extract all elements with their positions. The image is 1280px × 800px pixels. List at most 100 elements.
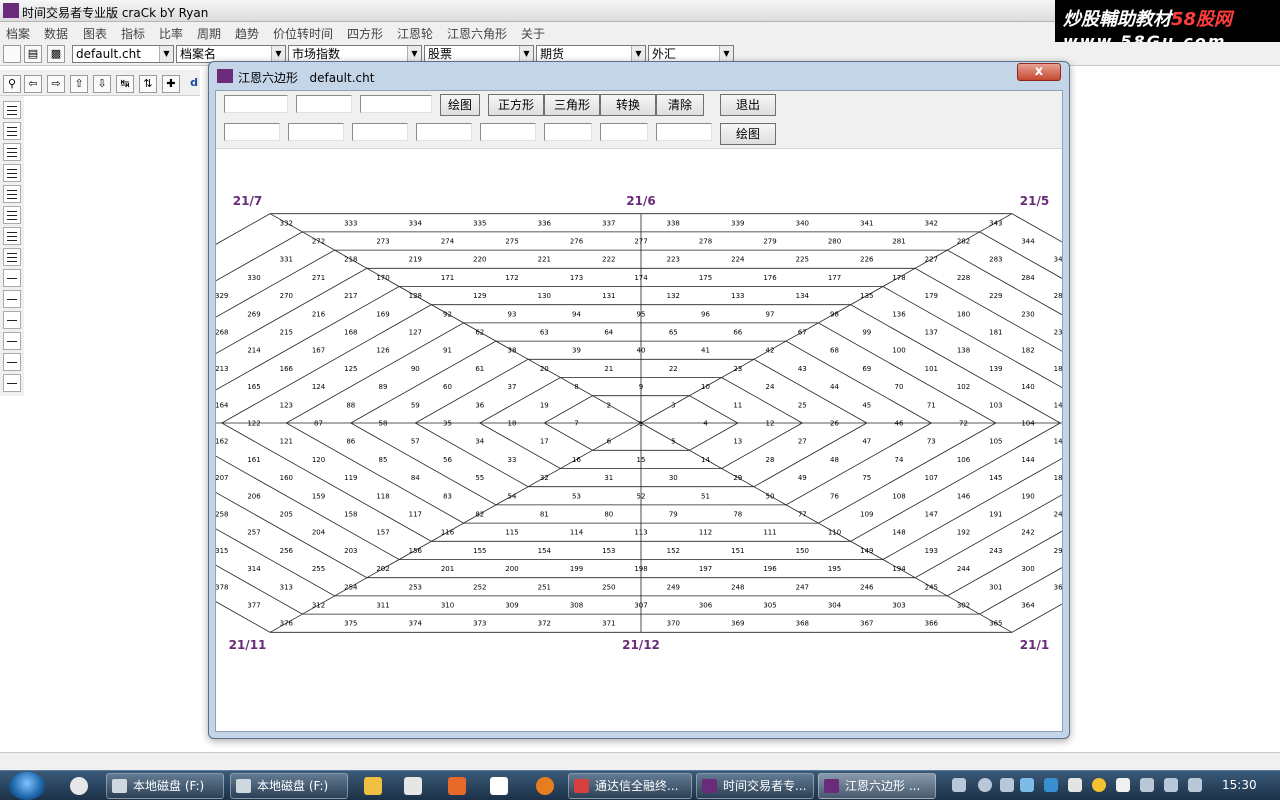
lines-icon[interactable] [3,164,21,182]
menu-file[interactable]: 档案 [6,25,30,42]
hexagon-number: 62 [475,329,484,337]
ie-icon[interactable] [70,777,88,795]
draw-button-2[interactable]: 绘图 [720,123,776,145]
close-button[interactable]: x [1017,63,1061,81]
app-icon[interactable] [1092,778,1106,792]
input-field[interactable] [352,123,408,141]
hexagon-number: 4 [703,420,708,428]
convert-button[interactable]: 转换 [600,94,656,116]
input-field[interactable] [480,123,536,141]
exit-button[interactable]: 退出 [720,94,776,116]
chevron-down-icon[interactable]: ▼ [407,46,421,62]
grid-icon[interactable] [3,332,21,350]
task-button-time-trader[interactable]: 时间交易者专... [696,773,814,799]
d-icon[interactable]: d [185,75,203,93]
bars-icon[interactable] [3,248,21,266]
menu-trend[interactable]: 趋势 [235,25,259,42]
input-field[interactable] [600,123,648,141]
arrow-right-icon[interactable]: ⇨ [47,75,65,93]
task-button-drive-f-1[interactable]: 本地磁盘 (F:) [106,773,224,799]
grid-icon[interactable] [3,374,21,392]
menu-data[interactable]: 数据 [44,25,68,42]
shield-icon[interactable] [1044,778,1058,792]
hexagon-number: 107 [925,474,938,482]
grid-icon[interactable] [3,353,21,371]
step-icon[interactable]: ↹ [116,75,134,93]
menu-price-time[interactable]: 价位转时间 [273,25,333,42]
arrow-up-icon[interactable]: ⇧ [70,75,88,93]
input-field[interactable] [416,123,472,141]
menu-about[interactable]: 关于 [521,25,545,42]
chevron-down-icon[interactable]: ▼ [271,46,285,62]
chevron-down-icon[interactable]: ▼ [719,46,733,62]
hexagon-number: 227 [925,256,938,264]
app-icon[interactable] [448,777,466,795]
network-icon[interactable] [1188,778,1202,792]
file-combo[interactable]: default.cht ▼ [72,45,174,63]
fan-icon[interactable] [3,269,21,287]
task-button-drive-f-2[interactable]: 本地磁盘 (F:) [230,773,348,799]
chevron-down-icon[interactable]: ▼ [159,46,173,62]
fan-icon[interactable] [3,290,21,308]
lines-icon[interactable] [3,122,21,140]
triangle-button[interactable]: 三角形 [544,94,600,116]
menu-cycle[interactable]: 周期 [197,25,221,42]
draw-button[interactable]: 绘图 [440,94,480,116]
input-field[interactable] [224,123,280,141]
print-icon[interactable]: ▩ [47,45,65,63]
input-field[interactable] [544,123,592,141]
tray-chevron-icon[interactable] [1000,778,1014,792]
battery-icon[interactable] [1140,778,1154,792]
media-icon[interactable] [364,777,382,795]
input-field[interactable] [288,123,344,141]
hexagon-number: 203 [344,547,357,555]
chevron-down-icon[interactable]: ▼ [519,46,533,62]
sort-icon[interactable]: ⇅ [139,75,157,93]
hexagon-window-title-text: 江恩六边形 [238,71,299,85]
menu-chart[interactable]: 图表 [83,25,107,42]
hexagon-number: 345 [1054,256,1062,264]
input-field[interactable] [656,123,712,141]
start-button[interactable] [9,772,45,800]
arrow-left-icon[interactable]: ⇦ [24,75,42,93]
clear-button[interactable]: 清除 [656,94,704,116]
pen-icon[interactable] [3,311,21,329]
menu-gann-hexagon[interactable]: 江恩六角形 [447,25,507,42]
arrow-down-icon[interactable]: ⇩ [93,75,111,93]
document-icon[interactable] [404,777,422,795]
menu-indicator[interactable]: 指标 [121,25,145,42]
bars-icon[interactable] [3,206,21,224]
hexagon-number: 8 [574,383,578,391]
bars-icon[interactable] [3,227,21,245]
task-button-tdx[interactable]: 通达信全融终... [568,773,692,799]
hexagon-number: 231 [1054,329,1062,337]
app-icon[interactable] [536,777,554,795]
task-button-gann-hexagon[interactable]: 江恩六边形 ... [818,773,936,799]
volume-icon[interactable] [1164,778,1178,792]
app-icon[interactable] [1116,778,1130,792]
hexagon-number: 199 [570,565,583,573]
chevron-down-icon[interactable]: ▼ [631,46,645,62]
help-icon[interactable] [978,778,992,792]
app-icon[interactable] [490,777,508,795]
lines-icon[interactable] [3,185,21,203]
input-field[interactable] [224,95,288,113]
crosshair-icon[interactable]: ✚ [162,75,180,93]
shield-icon[interactable] [1020,778,1034,792]
hexagon-number: 344 [1021,238,1035,246]
open-folder-icon[interactable]: ▤ [24,45,42,63]
keyboard-icon[interactable] [952,778,966,792]
menu-square[interactable]: 四方形 [347,25,383,42]
hexagon-number: 87 [314,420,323,428]
lines-icon[interactable] [3,143,21,161]
input-field[interactable] [296,95,352,113]
new-file-icon[interactable] [3,45,21,63]
lines-icon[interactable] [3,101,21,119]
zoom-icon[interactable]: ⚲ [3,75,21,93]
square-button[interactable]: 正方形 [488,94,544,116]
menu-ratio[interactable]: 比率 [159,25,183,42]
warning-icon[interactable] [1068,778,1082,792]
hexagon-number: 155 [473,547,486,555]
menu-gann-wheel[interactable]: 江恩轮 [397,25,433,42]
input-field[interactable] [360,95,432,113]
